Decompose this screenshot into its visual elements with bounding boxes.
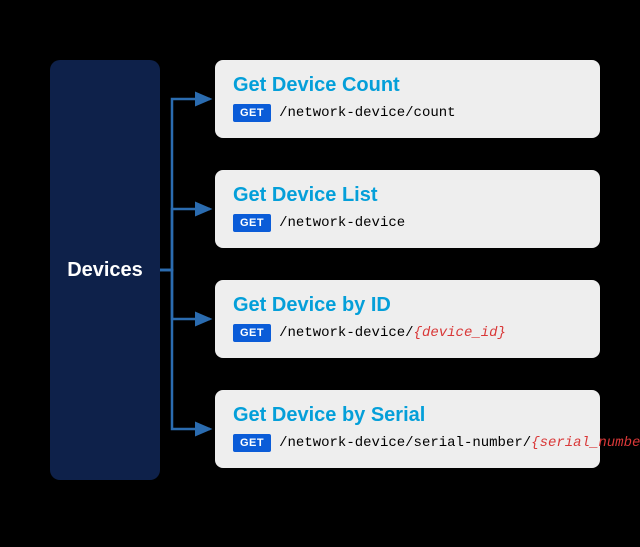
endpoint-card-device-list: Get Device List GET /network-device: [215, 170, 600, 248]
endpoint-cards: Get Device Count GET /network-device/cou…: [215, 60, 600, 468]
endpoint-path: /network-device/{device_id}: [279, 325, 506, 341]
endpoint-row: GET /network-device/{device_id}: [233, 324, 582, 342]
http-method-badge: GET: [233, 104, 271, 122]
endpoint-title: Get Device Count: [233, 74, 582, 96]
endpoint-row: GET /network-device/count: [233, 104, 582, 122]
endpoint-card-device-by-serial: Get Device by Serial GET /network-device…: [215, 390, 600, 468]
devices-source-box: Devices: [50, 60, 160, 480]
diagram-stage: Devices Get Device Count GET /network-de…: [0, 0, 640, 547]
http-method-badge: GET: [233, 434, 271, 452]
endpoint-path: /network-device/serial-number/{serial_nu…: [279, 435, 640, 451]
devices-label: Devices: [67, 259, 143, 282]
endpoint-title: Get Device by ID: [233, 294, 582, 316]
endpoint-path: /network-device: [279, 215, 405, 231]
endpoint-title: Get Device by Serial: [233, 404, 582, 426]
path-param: {device_id}: [414, 325, 506, 341]
path-param: {serial_number}: [531, 435, 640, 451]
endpoint-card-device-count: Get Device Count GET /network-device/cou…: [215, 60, 600, 138]
http-method-badge: GET: [233, 214, 271, 232]
connector-arrows: [160, 60, 215, 480]
endpoint-row: GET /network-device/serial-number/{seria…: [233, 434, 582, 452]
endpoint-card-device-by-id: Get Device by ID GET /network-device/{de…: [215, 280, 600, 358]
http-method-badge: GET: [233, 324, 271, 342]
endpoint-title: Get Device List: [233, 184, 582, 206]
endpoint-path: /network-device/count: [279, 105, 455, 121]
endpoint-row: GET /network-device: [233, 214, 582, 232]
